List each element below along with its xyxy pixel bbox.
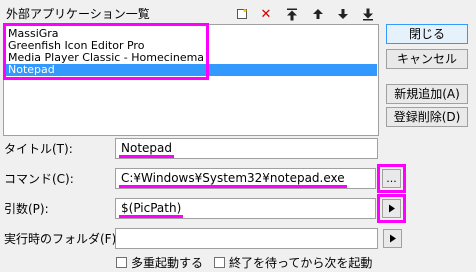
move-down-icon[interactable] xyxy=(336,7,350,21)
multi-launch-checkbox[interactable]: 多重起動する xyxy=(116,254,203,271)
title-value: Notepad xyxy=(119,141,174,158)
new-icon[interactable] xyxy=(235,7,249,21)
app-list-title: 外部アプリケーション一覧 xyxy=(6,7,150,21)
args-label: 引数(P): xyxy=(4,202,49,216)
add-new-button[interactable]: 新規追加(A) xyxy=(386,84,468,104)
insert-macro-button[interactable] xyxy=(382,199,401,218)
close-button[interactable]: 閉じる xyxy=(386,24,468,44)
folder-field[interactable] xyxy=(115,228,378,249)
cancel-button[interactable]: キャンセル xyxy=(386,49,468,69)
multi-launch-label: 多重起動する xyxy=(131,256,204,270)
wait-next-label: 終了を待ってから次を起動 xyxy=(229,256,373,270)
move-top-icon[interactable] xyxy=(285,7,299,21)
delete-entry-button[interactable]: 登録削除(D) xyxy=(386,107,468,127)
wait-next-checkbox[interactable]: 終了を待ってから次を起動 xyxy=(214,254,372,271)
list-highlight-frame xyxy=(3,23,209,80)
command-field[interactable]: C:¥Windows¥System32¥notepad.exe xyxy=(115,168,376,189)
folder-label: 実行時のフォルダ(F): xyxy=(4,232,121,246)
browse-button[interactable]: ... xyxy=(382,169,401,188)
command-label: コマンド(C): xyxy=(4,172,74,186)
command-value: C:¥Windows¥System32¥notepad.exe xyxy=(119,171,347,188)
delete-icon[interactable]: ✕ xyxy=(259,7,273,21)
args-value: $(PicPath) xyxy=(119,201,184,218)
args-field[interactable]: $(PicPath) xyxy=(115,198,376,219)
checkbox-box[interactable] xyxy=(214,257,225,268)
title-field[interactable]: Notepad xyxy=(115,138,378,159)
move-up-icon[interactable] xyxy=(311,7,325,21)
title-label: タイトル(T): xyxy=(4,142,73,156)
play-arrow-icon xyxy=(388,204,395,213)
folder-macro-button[interactable] xyxy=(383,229,402,248)
checkbox-box[interactable] xyxy=(116,257,127,268)
move-bottom-icon[interactable] xyxy=(361,7,375,21)
play-arrow-icon xyxy=(389,234,396,243)
